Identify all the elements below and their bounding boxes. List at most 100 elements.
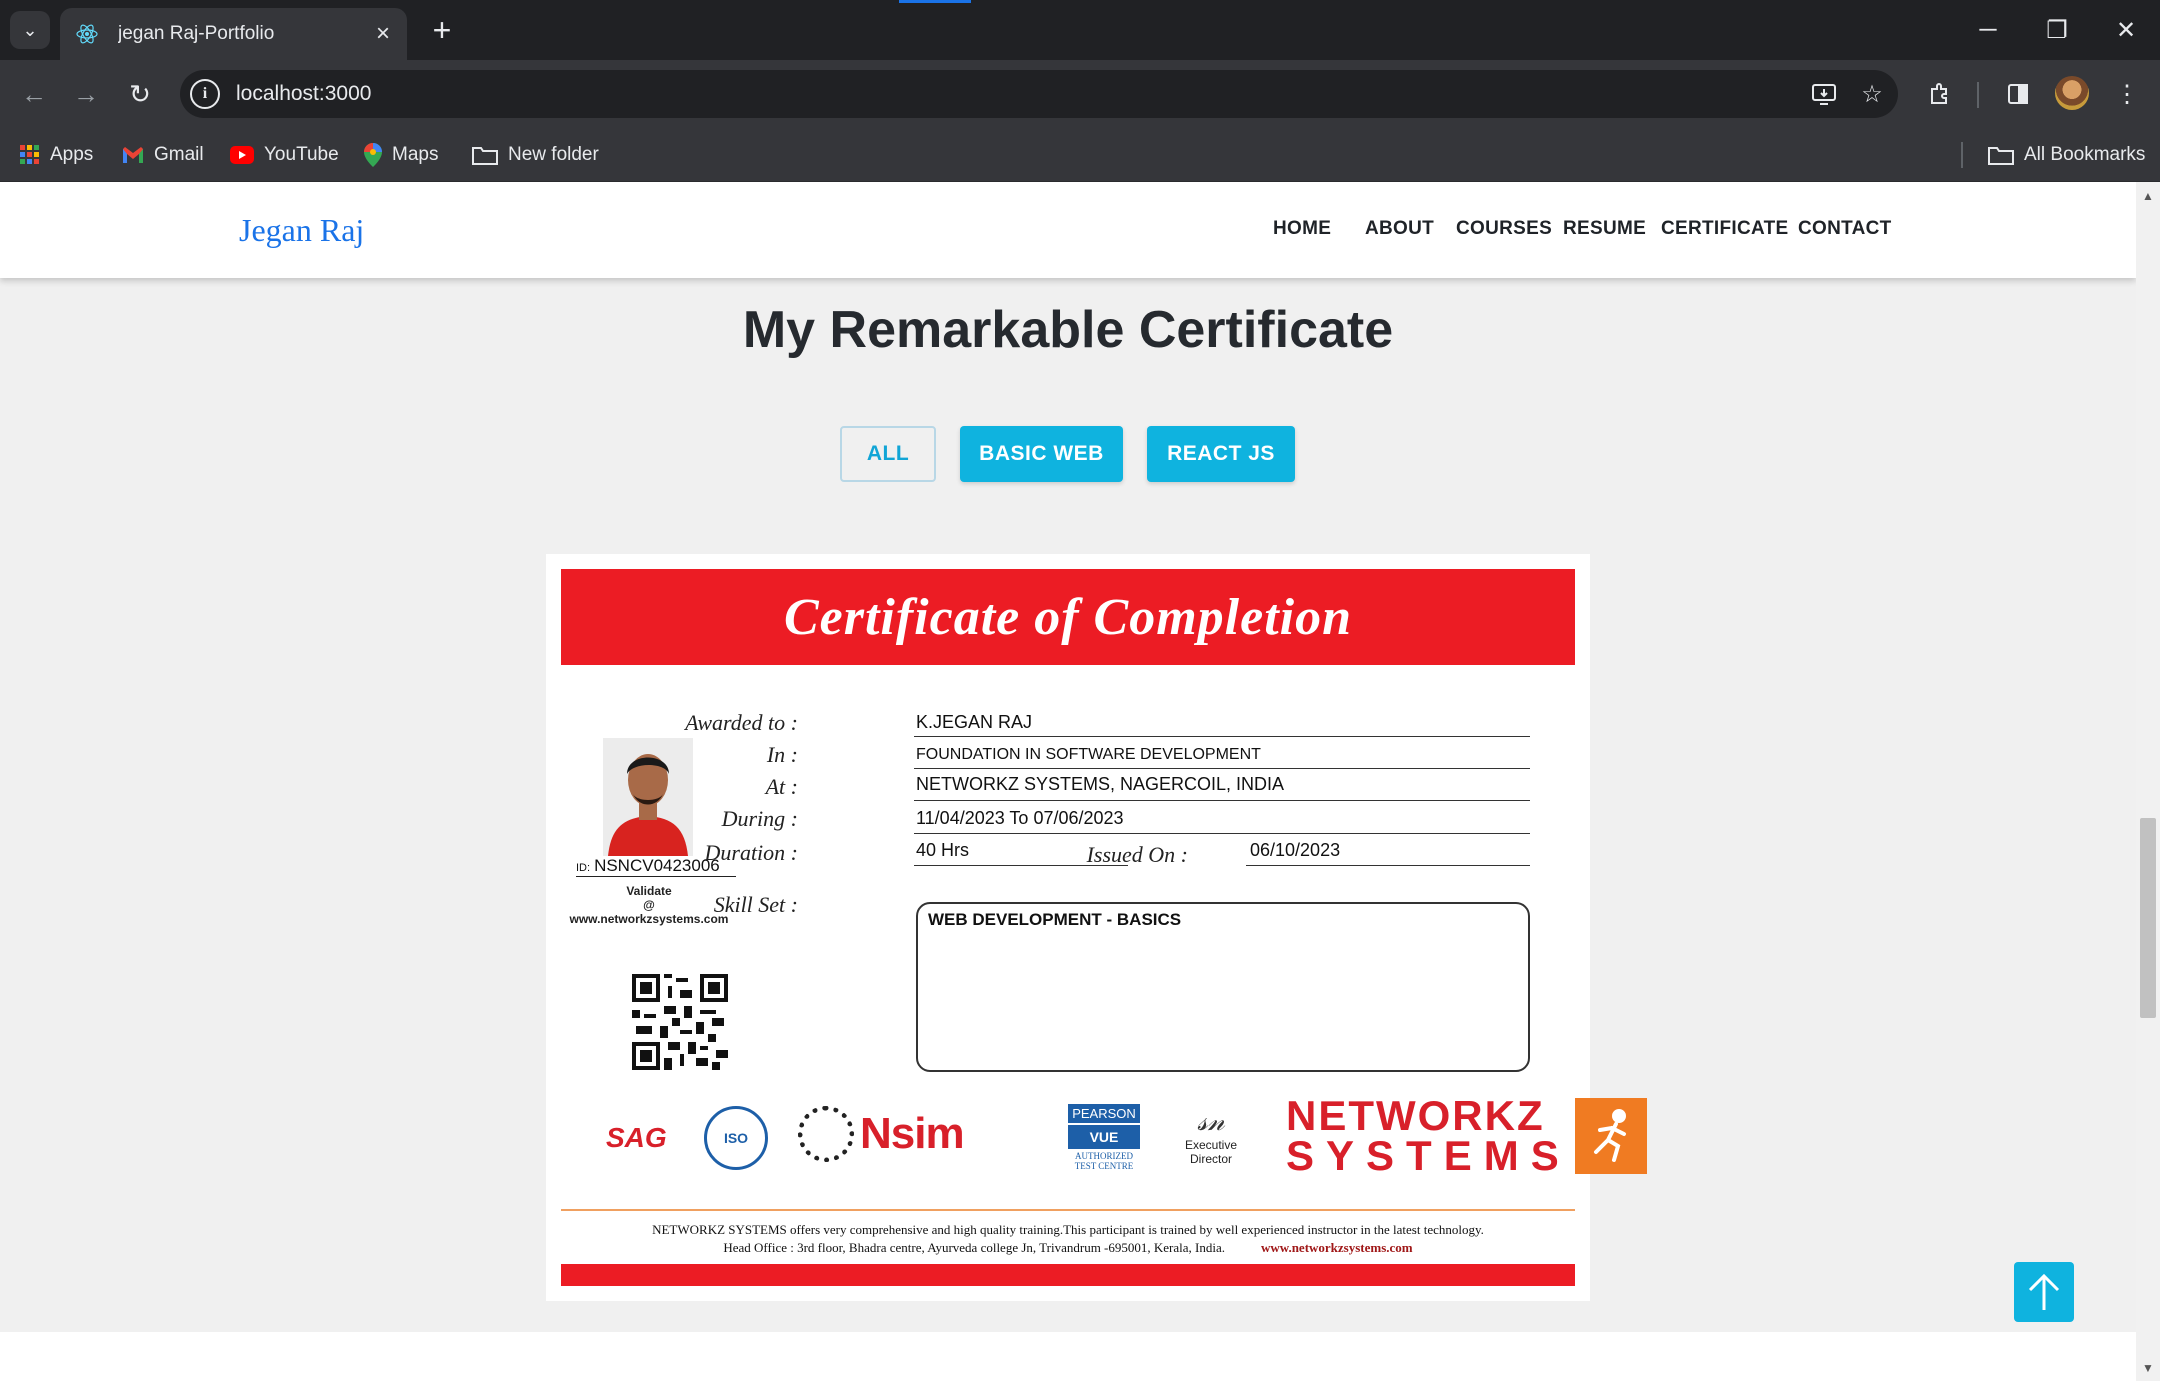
during-label: During : (721, 806, 798, 831)
bookmark-label: YouTube (264, 144, 339, 165)
filter-all-button[interactable]: ALL (840, 426, 936, 482)
pearson-vue-logo: PEARSON VUE AUTHORIZED TEST CENTRE (1068, 1104, 1140, 1171)
in-line (914, 768, 1530, 769)
at-value: NETWORKZ SYSTEMS, NAGERCOIL, INDIA (916, 774, 1285, 794)
pearson-text: PEARSON (1068, 1104, 1140, 1123)
forward-button[interactable]: → (66, 74, 106, 114)
brand-logo-link[interactable]: Jegan Raj (239, 212, 364, 249)
react-favicon-icon (74, 21, 100, 47)
bookmarks-bar: Apps Gmail YouTube Maps New folder All B… (0, 128, 2160, 182)
next-section (0, 1332, 2136, 1381)
address-bar[interactable]: i localhost:3000 ☆ (180, 70, 1898, 118)
reload-button[interactable]: ↻ (120, 74, 160, 114)
filter-react-js-button[interactable]: REACT JS (1147, 426, 1295, 482)
browser-tab-bar: ⌄ jegan Raj-Portfolio × + ─ ❐ ✕ (0, 0, 2160, 60)
menu-kebab-icon[interactable]: ⋮ (2107, 74, 2147, 114)
nav-courses[interactable]: COURSES (1456, 218, 1552, 240)
folder-icon (1988, 145, 2014, 165)
qr-code (632, 974, 728, 1070)
nav-resume[interactable]: RESUME (1563, 218, 1646, 240)
scroll-down-icon[interactable]: ▼ (2136, 1360, 2160, 1376)
extensions-icon[interactable] (1920, 74, 1960, 114)
issued-on-value: 06/10/2023 (1250, 840, 1341, 860)
site-info-icon[interactable]: i (190, 79, 220, 109)
issued-on-line (1246, 865, 1530, 866)
section-title: My Remarkable Certificate (742, 301, 1394, 359)
page-scrollbar[interactable]: ▲ ▼ (2136, 182, 2160, 1381)
networkz-line2: SYSTEMS (1286, 1132, 1571, 1179)
folder-icon (472, 145, 498, 165)
during-value: 11/04/2023 To 07/06/2023 (916, 808, 1124, 828)
toolbar-divider (1977, 82, 1979, 108)
in-value: FOUNDATION IN SOFTWARE DEVELOPMENT (916, 746, 1261, 763)
certificate-heading: Certificate of Completion (783, 588, 1353, 646)
profile-avatar[interactable] (2055, 76, 2089, 110)
head-office-text: Head Office : 3rd floor, Bhadra centre, … (723, 1240, 1225, 1255)
bookmark-star-icon[interactable]: ☆ (1850, 72, 1894, 116)
footer-divider (561, 1209, 1575, 1211)
sag-logo: SAG (606, 1122, 667, 1153)
bookmark-new-folder[interactable]: New folder (472, 140, 599, 170)
arrow-up-icon (2028, 1273, 2060, 1310)
install-app-icon[interactable] (1802, 72, 1846, 116)
tab-close-icon[interactable]: × (365, 20, 401, 48)
executive-director-label: Executive Director (1184, 1138, 1238, 1166)
networkz-line1: NETWORKZ (1286, 1092, 1545, 1139)
certificate-image[interactable]: Certificate of Completion ID: NSNCV042300… (546, 554, 1647, 1301)
scroll-up-icon[interactable]: ▲ (2136, 188, 2160, 204)
close-window-button[interactable]: ✕ (2091, 8, 2160, 52)
certificate-banner: Certificate of Completion (561, 569, 1575, 665)
skill-set-label: Skill Set : (713, 892, 798, 917)
at-label: At : (765, 774, 798, 799)
awarded-to-line (914, 736, 1530, 737)
duration-value: 40 Hrs (916, 840, 970, 860)
iso-logo: ISO (704, 1106, 768, 1170)
during-line (914, 833, 1530, 834)
issued-on-label: Issued On : (1086, 842, 1188, 867)
maps-pin-icon (364, 143, 382, 167)
awarded-to-value: K.JEGAN RAJ (916, 712, 1033, 732)
minimize-button[interactable]: ─ (1953, 8, 2023, 52)
certificate-bottom-bar (561, 1264, 1575, 1286)
restore-button[interactable]: ❐ (2022, 8, 2092, 52)
scroll-thumb[interactable] (2140, 818, 2156, 1018)
back-to-top-button[interactable] (2014, 1262, 2074, 1322)
certificate-head-office: Head Office : 3rd floor, Bhadra centre, … (561, 1240, 1575, 1256)
in-label: In : (766, 742, 798, 767)
new-tab-button[interactable]: + (422, 10, 462, 50)
nav-home[interactable]: HOME (1273, 218, 1331, 240)
nsim-wheel-icon (798, 1106, 854, 1162)
browser-toolbar: ← → ↻ i localhost:3000 ☆ ⋮ (0, 60, 2160, 128)
at-line (914, 800, 1530, 801)
runner-icon (1574, 1098, 1647, 1174)
site-header: Jegan Raj HOME ABOUT COURSES RESUME CERT… (0, 182, 2136, 278)
networkz-text: NETWORKZ SYSTEMS (1286, 1092, 1571, 1179)
tab-search-button[interactable]: ⌄ (10, 11, 50, 49)
duration-label: Duration : (704, 840, 799, 865)
nav-contact[interactable]: CONTACT (1798, 218, 1892, 240)
executive-signature: 𝓈𝓃 Executive Director (1166, 1106, 1256, 1166)
tab-loading-indicator (899, 0, 971, 3)
nav-about[interactable]: ABOUT (1365, 218, 1434, 240)
apps-grid-icon (20, 145, 40, 165)
url-text[interactable]: localhost:3000 (236, 82, 1802, 106)
bookmark-maps[interactable]: Maps (364, 140, 438, 170)
browser-tab[interactable]: jegan Raj-Portfolio × (60, 8, 407, 60)
youtube-icon (230, 146, 254, 164)
pearson-subtitle: AUTHORIZED TEST CENTRE (1074, 1151, 1134, 1171)
bookmark-youtube[interactable]: YouTube (230, 140, 339, 170)
bookmarks-divider (1961, 142, 1963, 168)
all-bookmarks-button[interactable]: All Bookmarks (1988, 140, 2145, 170)
awarded-to-label: Awarded to : (685, 710, 798, 735)
all-bookmarks-label: All Bookmarks (2024, 144, 2146, 165)
vue-text: VUE (1068, 1125, 1140, 1149)
bookmark-label: Gmail (154, 144, 204, 165)
certificate-footer-text: NETWORKZ SYSTEMS offers very comprehensi… (652, 1222, 1484, 1237)
back-button[interactable]: ← (14, 74, 54, 114)
nav-certificate[interactable]: CERTIFICATE (1661, 218, 1789, 240)
filter-basic-web-button[interactable]: BASIC WEB (960, 426, 1123, 482)
certificate-id-prefix: ID: (576, 862, 591, 874)
bookmark-apps[interactable]: Apps (20, 140, 93, 170)
bookmark-gmail[interactable]: Gmail (122, 140, 204, 170)
side-panel-icon[interactable] (1998, 74, 2038, 114)
